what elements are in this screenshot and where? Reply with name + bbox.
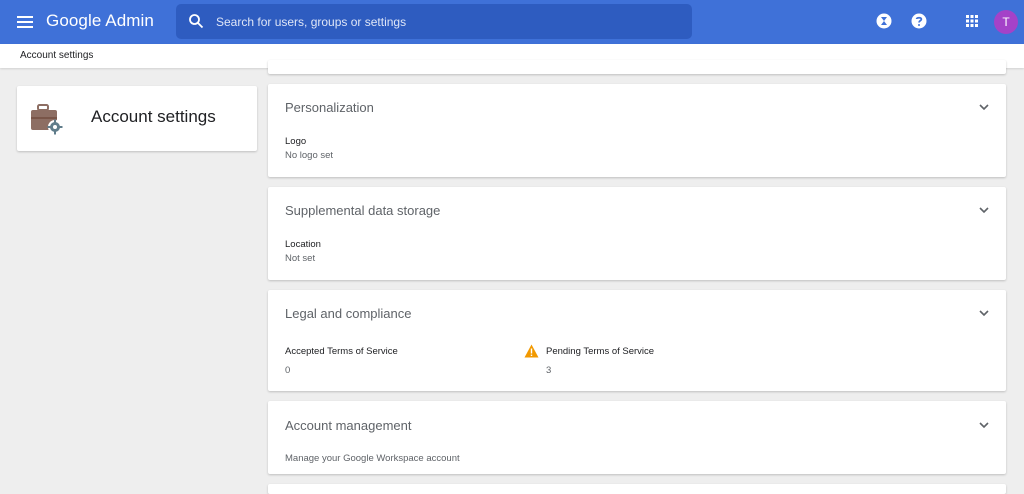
side-card-title: Account settings [91, 107, 216, 126]
next-settings-card [268, 484, 1006, 494]
supplemental-data-storage-panel[interactable]: Supplemental data storage Location Not s… [268, 187, 1006, 280]
location-label: Location [285, 239, 321, 250]
hamburger-menu-icon[interactable] [16, 13, 34, 31]
chevron-down-icon[interactable] [978, 204, 990, 216]
pending-terms-label: Pending Terms of Service [546, 346, 655, 357]
pending-terms-value: 3 [546, 365, 552, 376]
help-icon[interactable] [910, 12, 928, 30]
panel-title[interactable]: Account management [285, 418, 411, 433]
briefcase-gear-icon [31, 104, 63, 135]
panel-title[interactable]: Supplemental data storage [285, 203, 440, 218]
account-management-description: Manage your Google Workspace account [285, 453, 460, 464]
chevron-down-icon[interactable] [978, 101, 990, 113]
top-app-bar: Google Admin T [0, 0, 1024, 44]
chevron-down-icon[interactable] [978, 419, 990, 431]
search-input[interactable] [216, 4, 676, 39]
user-avatar[interactable]: T [994, 10, 1018, 34]
location-value: Not set [285, 253, 316, 264]
chevron-down-icon[interactable] [978, 307, 990, 319]
product-logo[interactable]: Google Admin [46, 11, 154, 31]
logo-label: Logo [285, 136, 307, 147]
personalization-panel[interactable]: Personalization Logo No logo set [268, 84, 1006, 177]
breadcrumb[interactable]: Account settings [20, 50, 93, 61]
search-bar[interactable] [176, 4, 692, 39]
panel-title[interactable]: Legal and compliance [285, 306, 411, 321]
accepted-terms-label: Accepted Terms of Service [285, 346, 398, 357]
account-management-panel[interactable]: Account management Manage your Google Wo… [268, 401, 1006, 474]
hourglass-timer-icon[interactable] [875, 12, 893, 30]
warning-icon [524, 344, 539, 358]
legal-and-compliance-panel[interactable]: Legal and compliance Accepted Terms of S… [268, 290, 1006, 391]
logo-value: No logo set [285, 150, 334, 161]
accepted-terms-value: 0 [285, 365, 291, 376]
apps-grid-icon[interactable] [963, 12, 981, 30]
search-icon[interactable] [188, 13, 204, 29]
previous-settings-card [268, 60, 1006, 74]
account-settings-card: Account settings [17, 86, 257, 151]
panel-title[interactable]: Personalization [285, 100, 374, 115]
